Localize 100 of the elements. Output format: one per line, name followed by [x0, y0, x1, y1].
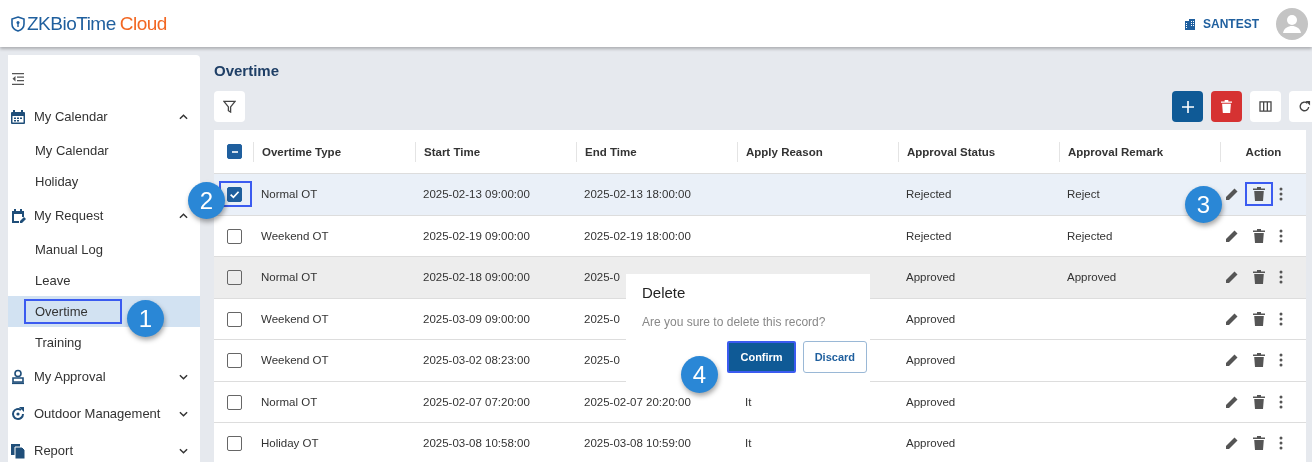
- row-checkbox[interactable]: [227, 394, 242, 410]
- edit-icon[interactable]: [1225, 228, 1239, 243]
- more-icon[interactable]: [1279, 436, 1283, 451]
- column-header[interactable]: End Time: [585, 145, 637, 158]
- row-checkbox[interactable]: [227, 353, 242, 369]
- select-all-checkbox[interactable]: [227, 144, 242, 159]
- more-icon[interactable]: [1279, 228, 1283, 243]
- table-cell: 2025-0: [584, 354, 620, 367]
- column-header[interactable]: Start Time: [424, 145, 481, 158]
- table-cell: 2025-02-07 20:20:00: [584, 395, 691, 408]
- table-cell: Weekend OT: [261, 229, 329, 242]
- chevron-icon: [179, 447, 188, 454]
- delete-icon[interactable]: [1253, 353, 1265, 368]
- dialog-title: Delete: [642, 284, 687, 301]
- add-button[interactable]: [1172, 91, 1203, 122]
- delete-icon[interactable]: [1253, 394, 1265, 409]
- table-cell: Approved: [906, 354, 956, 367]
- columns-icon: [1259, 101, 1272, 112]
- company-name[interactable]: SANTEST: [1203, 16, 1259, 31]
- table-cell: 2025-02-18 09:00:00: [423, 271, 530, 284]
- menu-item[interactable]: Manual Log: [24, 237, 114, 262]
- plus-icon: [1181, 100, 1194, 113]
- table-cell: It: [745, 437, 752, 450]
- confirm-button[interactable]: Confirm: [727, 341, 796, 373]
- menu-group[interactable]: Report: [8, 432, 192, 462]
- more-icon[interactable]: [1279, 394, 1283, 409]
- table-cell: Normal OT: [261, 395, 318, 408]
- edit-icon[interactable]: [1225, 394, 1239, 409]
- table-cell: Approved: [906, 437, 956, 450]
- table-cell: Weekend OT: [261, 354, 329, 367]
- menu-item[interactable]: Training: [24, 330, 93, 355]
- table-cell: Rejected: [906, 188, 952, 201]
- chevron-icon: [179, 212, 188, 219]
- more-icon[interactable]: [1279, 187, 1283, 202]
- delete-icon[interactable]: [1253, 436, 1265, 451]
- table-cell: Rejected: [906, 229, 952, 242]
- logo-text: Cloud: [119, 12, 167, 35]
- column-header[interactable]: Apply Reason: [746, 145, 823, 158]
- edit-icon[interactable]: [1225, 187, 1239, 202]
- row-checkbox[interactable]: [227, 270, 242, 286]
- table-cell: Approved: [906, 271, 956, 284]
- person-icon: [10, 368, 26, 385]
- table-cell: 2025-02-13 09:00:00: [423, 188, 530, 201]
- column-header[interactable]: Action: [1245, 145, 1282, 158]
- trash-icon: [1221, 100, 1232, 113]
- menu-item[interactable]: Overtime: [24, 299, 122, 324]
- menu-group[interactable]: My Calendar: [8, 98, 192, 135]
- delete-button[interactable]: [1211, 91, 1242, 122]
- more-icon[interactable]: [1279, 353, 1283, 368]
- refresh-button[interactable]: [1289, 91, 1312, 122]
- table-cell: 2025-03-09 09:00:00: [423, 312, 530, 325]
- table-cell: 2025-02-13 18:00:00: [584, 188, 691, 201]
- row-checkbox[interactable]: [227, 228, 242, 244]
- chevron-icon: [179, 373, 188, 380]
- edit-icon[interactable]: [1225, 436, 1239, 451]
- row-checkbox[interactable]: [227, 436, 242, 452]
- delete-icon[interactable]: [1253, 228, 1265, 243]
- dialog-message: Are you sure to delete this record?: [642, 315, 827, 329]
- table-cell: Weekend OT: [261, 312, 329, 325]
- table-cell: 2025-02-19 18:00:00: [584, 229, 691, 242]
- table-cell: Approved: [1067, 271, 1117, 284]
- delete-icon[interactable]: [1253, 187, 1265, 202]
- table-cell: 2025-02-19 09:00:00: [423, 229, 530, 242]
- columns-button[interactable]: [1250, 91, 1281, 122]
- column-header[interactable]: Approval Remark: [1068, 145, 1164, 158]
- collapse-menu-icon[interactable]: [11, 72, 25, 86]
- menu-item[interactable]: Leave: [24, 268, 82, 293]
- discard-button[interactable]: Discard: [802, 341, 867, 373]
- calendar-edit-icon: [10, 207, 26, 224]
- table-cell: 2025-0: [584, 312, 620, 325]
- filter-button[interactable]: [214, 91, 245, 122]
- column-header[interactable]: Approval Status: [907, 145, 996, 158]
- menu-group[interactable]: Outdoor Management: [8, 395, 192, 432]
- menu-group[interactable]: My Approval: [8, 358, 192, 395]
- more-icon[interactable]: [1279, 311, 1283, 326]
- table-cell: 2025-03-08 10:58:00: [423, 437, 530, 450]
- table-cell: 2025-0: [584, 271, 620, 284]
- table-cell: Approved: [906, 395, 956, 408]
- delete-icon[interactable]: [1253, 311, 1265, 326]
- row-checkbox[interactable]: [227, 311, 242, 327]
- filter-icon: [223, 100, 236, 113]
- chevron-icon: [179, 410, 188, 417]
- column-header[interactable]: Overtime Type: [262, 145, 342, 158]
- edit-icon[interactable]: [1225, 353, 1239, 368]
- table-cell: 2025-03-08 10:59:00: [584, 437, 691, 450]
- check-icon: [229, 189, 240, 201]
- menu-item[interactable]: My Calendar: [24, 138, 120, 163]
- table-cell: Rejected: [1067, 229, 1113, 242]
- table-cell: It: [745, 395, 752, 408]
- table-cell: Holiday OT: [261, 437, 319, 450]
- shield-icon: [11, 15, 25, 32]
- table-cell: 2025-02-07 07:20:00: [423, 395, 530, 408]
- menu-item[interactable]: Holiday: [24, 169, 90, 194]
- building-icon: [1184, 17, 1196, 30]
- delete-icon[interactable]: [1253, 270, 1265, 285]
- edit-icon[interactable]: [1225, 270, 1239, 285]
- row-checkbox[interactable]: [227, 187, 242, 203]
- more-icon[interactable]: [1279, 270, 1283, 285]
- table-cell: Approved: [906, 312, 956, 325]
- edit-icon[interactable]: [1225, 311, 1239, 326]
